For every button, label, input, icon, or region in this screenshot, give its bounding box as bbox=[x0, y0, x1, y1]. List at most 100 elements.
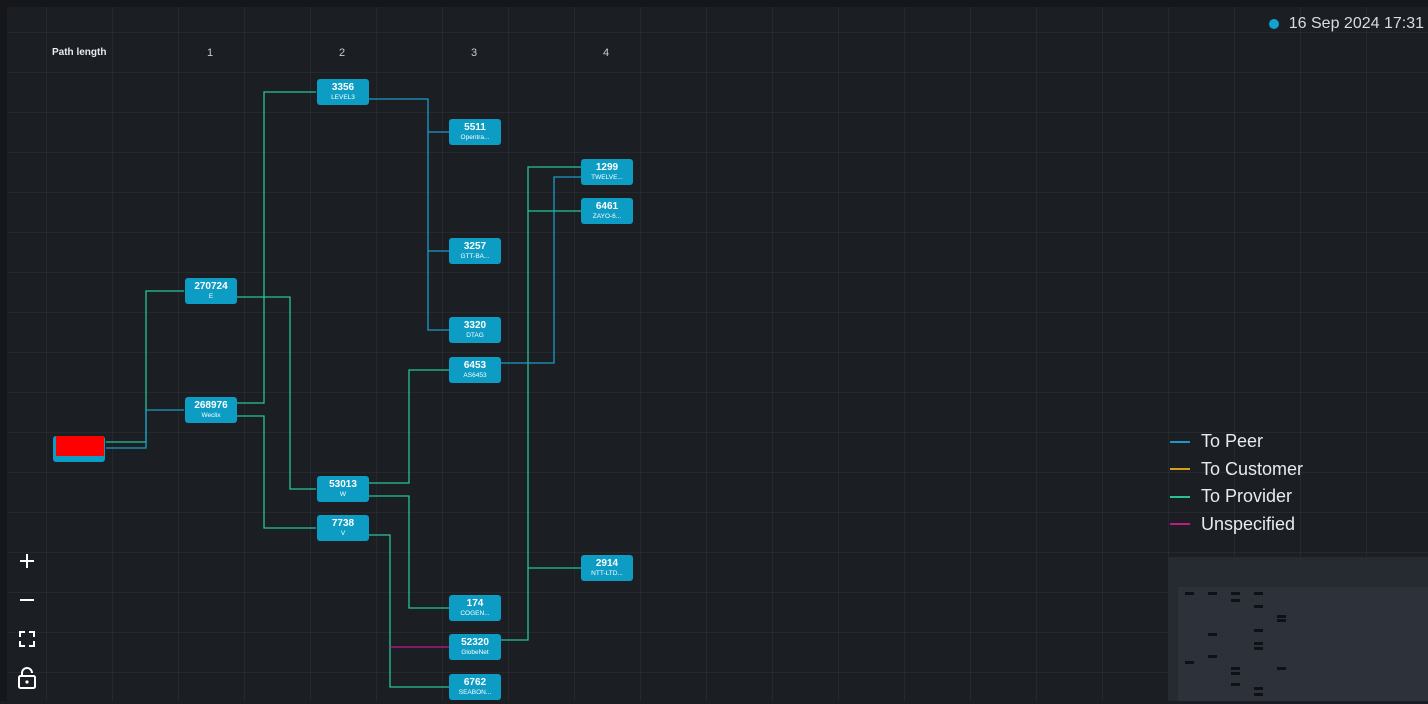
legend-line-provider bbox=[1170, 495, 1190, 498]
legend-item-to-customer: To Customer bbox=[1170, 456, 1303, 484]
node-asn: 2914 bbox=[595, 558, 619, 569]
minimap-node bbox=[1277, 619, 1286, 622]
node-name: GTT-BA... bbox=[460, 253, 490, 260]
node-name: Weclix bbox=[201, 412, 221, 419]
minimap[interactable] bbox=[1168, 557, 1428, 701]
node-6453[interactable]: 6453 AS6453 bbox=[449, 357, 501, 383]
node-name: SEABON... bbox=[458, 689, 492, 696]
node-174[interactable]: 174 COGEN... bbox=[449, 595, 501, 621]
node-name: GlobeNet bbox=[461, 649, 489, 656]
node-name: AS6453 bbox=[463, 372, 487, 379]
node-name: ZAYO-6... bbox=[592, 213, 622, 220]
node-3257[interactable]: 3257 GTT-BA... bbox=[449, 238, 501, 264]
legend-label: Unspecified bbox=[1201, 513, 1296, 534]
node-name: COGEN... bbox=[460, 610, 490, 617]
plus-icon bbox=[20, 554, 34, 568]
node-name: NTT-LTD... bbox=[591, 570, 623, 577]
node-asn: 3320 bbox=[463, 320, 487, 331]
minimap-viewport[interactable] bbox=[1178, 587, 1428, 701]
node-name: TWELVE... bbox=[591, 174, 623, 181]
legend-label: To Provider bbox=[1201, 486, 1293, 507]
node-name: W bbox=[339, 491, 347, 498]
legend-line-unspecified bbox=[1170, 523, 1190, 526]
fullscreen-icon bbox=[19, 631, 35, 647]
node-270724[interactable]: 270724 E bbox=[185, 278, 237, 304]
node-53013[interactable]: 53013 W bbox=[317, 476, 369, 502]
lock-icon bbox=[18, 667, 36, 689]
node-3320[interactable]: 3320 DTAG bbox=[449, 317, 501, 343]
node-name: E bbox=[208, 293, 214, 300]
node-asn: 52320 bbox=[461, 637, 489, 648]
node-asn: 6762 bbox=[463, 677, 487, 688]
edge-origin-270724 bbox=[106, 290, 184, 443]
node-name: V bbox=[340, 530, 346, 537]
minimap-node bbox=[1254, 629, 1263, 632]
minimap-node bbox=[1277, 615, 1286, 618]
node-asn: 6453 bbox=[463, 360, 487, 371]
node-52320[interactable]: 52320 GlobeNet bbox=[449, 634, 501, 660]
edge-268976-3356 bbox=[237, 91, 316, 404]
node-1299[interactable]: 1299 TWELVE... bbox=[581, 159, 633, 185]
edge-legend: To Peer To Customer To Provider Unspecif… bbox=[1170, 428, 1303, 538]
minimap-node bbox=[1277, 667, 1286, 670]
minimap-node bbox=[1254, 592, 1263, 595]
node-asn: 7738 bbox=[331, 518, 355, 529]
minimap-node bbox=[1208, 633, 1217, 636]
minimap-node bbox=[1208, 592, 1217, 595]
fit-view-button[interactable] bbox=[14, 626, 40, 652]
node-asn: 53013 bbox=[329, 479, 357, 490]
minimap-node bbox=[1254, 693, 1263, 696]
minimap-node bbox=[1231, 683, 1240, 686]
node-asn: 1299 bbox=[595, 162, 619, 173]
minimap-node bbox=[1208, 655, 1217, 658]
edge-52320-1299 bbox=[501, 166, 581, 641]
node-asn: 270724 bbox=[194, 281, 228, 292]
edge-270724-53013 bbox=[237, 296, 316, 490]
node-268976[interactable]: 268976 Weclix bbox=[185, 397, 237, 423]
minimap-node bbox=[1254, 647, 1263, 650]
minimap-node bbox=[1231, 672, 1240, 675]
node-asn: 268976 bbox=[194, 400, 228, 411]
legend-line-customer bbox=[1170, 468, 1190, 471]
node-asn: 174 bbox=[466, 598, 484, 609]
legend-label: To Customer bbox=[1201, 458, 1304, 479]
edge-53013-6453 bbox=[369, 369, 449, 484]
minus-icon bbox=[20, 599, 34, 601]
zoom-out-button[interactable] bbox=[14, 587, 40, 613]
legend-item-to-peer: To Peer bbox=[1170, 428, 1303, 456]
minimap-node bbox=[1185, 661, 1194, 664]
lock-button[interactable] bbox=[14, 665, 40, 691]
minimap-node bbox=[1254, 687, 1263, 690]
node-asn: 6461 bbox=[595, 201, 619, 212]
legend-item-unspecified: Unspecified bbox=[1170, 511, 1303, 539]
edge-268976-7738 bbox=[237, 415, 316, 529]
node-name: LEVEL3 bbox=[331, 94, 355, 101]
node-name: DTAG bbox=[466, 332, 484, 339]
node-asn: 5511 bbox=[464, 122, 486, 133]
edge-3356-3320 bbox=[427, 251, 449, 331]
edge-6453-1299 bbox=[501, 176, 581, 364]
minimap-node bbox=[1231, 667, 1240, 670]
node-6762[interactable]: 6762 SEABON... bbox=[449, 674, 501, 700]
minimap-node bbox=[1231, 592, 1240, 595]
edge-3356-5511 bbox=[369, 98, 449, 133]
node-3356[interactable]: 3356 LEVEL3 bbox=[317, 79, 369, 105]
legend-item-to-provider: To Provider bbox=[1170, 483, 1303, 511]
node-asn: 3257 bbox=[463, 241, 487, 252]
node-name: Opentra... bbox=[460, 134, 490, 141]
node-5511[interactable]: 5511 Opentra... bbox=[449, 119, 501, 145]
minimap-node bbox=[1254, 642, 1263, 645]
node-2914[interactable]: 2914 NTT-LTD... bbox=[581, 555, 633, 581]
node-asn: 3356 bbox=[331, 82, 355, 93]
zoom-controls bbox=[14, 548, 40, 704]
minimap-node bbox=[1231, 599, 1240, 602]
legend-label: To Peer bbox=[1201, 431, 1264, 452]
edge-53013-174 bbox=[369, 495, 449, 609]
edge-3356-3257 bbox=[427, 132, 449, 252]
node-6461[interactable]: 6461 ZAYO-6... bbox=[581, 198, 633, 224]
legend-line-peer bbox=[1170, 440, 1190, 443]
origin-node[interactable] bbox=[53, 436, 105, 462]
minimap-node bbox=[1254, 605, 1263, 608]
zoom-in-button[interactable] bbox=[14, 548, 40, 574]
node-7738[interactable]: 7738 V bbox=[317, 515, 369, 541]
